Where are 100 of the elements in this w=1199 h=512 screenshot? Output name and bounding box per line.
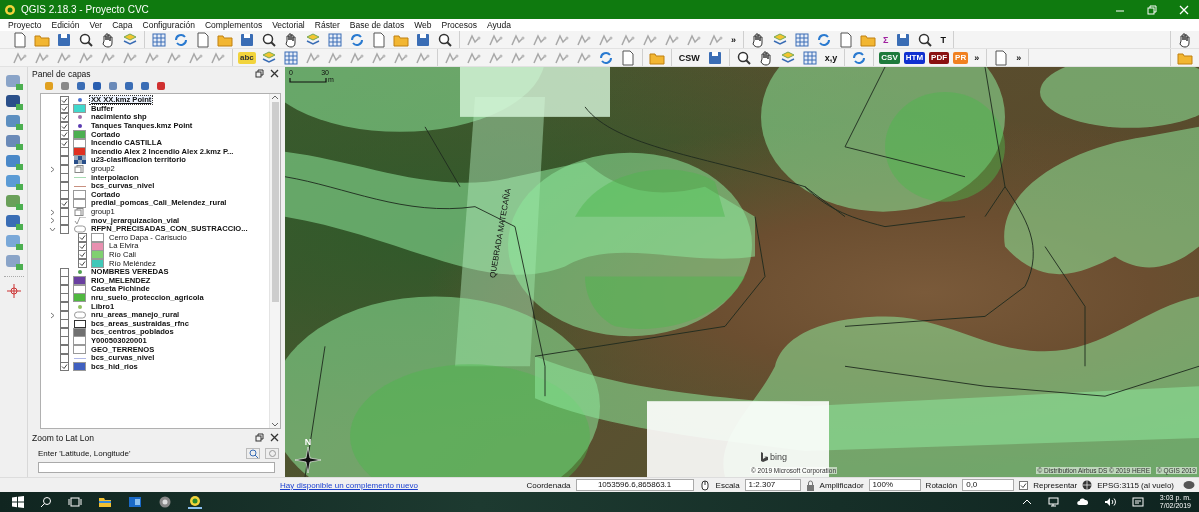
checkbox[interactable] [60, 293, 69, 303]
checkbox[interactable] [60, 362, 69, 372]
checkbox[interactable] [60, 130, 69, 140]
magnifier-icon[interactable] [735, 49, 752, 66]
folder-icon[interactable] [98, 496, 112, 508]
plugin-update-link[interactable]: Hay disponible un complemento nuevo [280, 480, 418, 490]
menu-item[interactable]: Ver [84, 19, 108, 31]
messages-icon[interactable] [1183, 480, 1195, 490]
chevron-down-icon[interactable] [49, 225, 56, 233]
checkbox[interactable] [60, 302, 69, 312]
cloud-icon[interactable] [1075, 497, 1088, 507]
document-icon[interactable] [371, 31, 387, 48]
checkbox[interactable] [60, 216, 69, 226]
refresh-icon[interactable] [597, 49, 614, 66]
grid-icon[interactable] [327, 31, 343, 48]
scrollbar[interactable] [269, 94, 280, 428]
float-icon[interactable] [255, 69, 264, 78]
checkbox[interactable] [60, 113, 69, 122]
close-icon[interactable] [270, 69, 279, 78]
toolbar-button[interactable]: » [730, 33, 737, 46]
checkbox[interactable] [60, 198, 69, 208]
chevron-down-icon[interactable] [271, 422, 279, 428]
grid-icon[interactable] [794, 31, 810, 48]
chevron-right-icon[interactable] [49, 217, 56, 225]
toolbar-button[interactable]: PDF [929, 51, 950, 64]
checkbox[interactable] [60, 319, 69, 329]
toolbar-button[interactable]: » [973, 51, 981, 64]
checkbox[interactable] [1019, 480, 1029, 490]
checkbox[interactable] [60, 155, 69, 165]
coordinate-input-field[interactable] [38, 462, 275, 473]
magnifier-spinbox[interactable]: 100% [868, 479, 921, 491]
chevron-right-icon[interactable] [49, 208, 56, 216]
close-icon[interactable] [270, 433, 279, 442]
menu-item[interactable]: Proyecto [3, 19, 47, 31]
menu-item[interactable]: Ayuda [481, 19, 516, 31]
lock-icon[interactable] [805, 479, 815, 491]
toolbar-button[interactable]: Σ [882, 33, 890, 46]
checkbox[interactable] [60, 147, 69, 157]
notification-icon[interactable] [1131, 497, 1144, 507]
chevron-right-icon[interactable] [49, 311, 56, 319]
checkbox[interactable] [60, 224, 69, 234]
toolbar-button[interactable]: CSV [879, 51, 900, 64]
restore-icon[interactable] [1147, 4, 1157, 15]
float-icon[interactable] [255, 433, 264, 442]
grid-icon[interactable] [151, 31, 167, 48]
checkbox[interactable] [60, 173, 69, 183]
scale-combobox[interactable]: 1:2.307 [744, 479, 801, 491]
checkbox[interactable] [78, 233, 87, 243]
rotation-spinbox[interactable]: 0,0 [962, 479, 1015, 491]
drive-app-icon[interactable] [158, 496, 172, 508]
hand-icon[interactable] [283, 31, 299, 48]
app-logo-icon[interactable] [188, 495, 202, 509]
menu-item[interactable]: Edición [46, 19, 85, 31]
toolbar-button[interactable]: HTM [903, 51, 926, 64]
magnifier-icon[interactable] [78, 31, 94, 48]
hand-icon[interactable] [757, 49, 774, 66]
checkbox[interactable] [60, 336, 69, 346]
checkbox[interactable] [78, 250, 87, 260]
menu-item[interactable]: Web [409, 19, 437, 31]
menu-item[interactable]: Complementos [200, 19, 268, 31]
hand-icon[interactable] [750, 31, 766, 48]
grid-icon[interactable] [801, 49, 818, 66]
menu-item[interactable]: Vectorial [267, 19, 310, 31]
crs-button[interactable]: EPSG:3115 (al vuelo) [1097, 480, 1174, 490]
refresh-icon[interactable] [851, 49, 868, 66]
menu-item[interactable]: Base de datos [344, 19, 410, 31]
chevron-right-icon[interactable] [49, 165, 56, 173]
magnifier-icon[interactable] [437, 31, 453, 48]
toolbar-button[interactable]: abc [238, 51, 256, 64]
zoom-button[interactable] [246, 448, 260, 459]
network-icon[interactable] [1047, 497, 1060, 507]
toolbar-button[interactable]: x,y [823, 51, 839, 64]
menu-item[interactable]: Ráster [309, 19, 345, 31]
windows-logo-icon[interactable] [12, 496, 24, 508]
checkbox[interactable] [60, 190, 69, 200]
mouse-icon[interactable] [698, 479, 711, 491]
speaker-icon[interactable] [1103, 497, 1116, 507]
toolbar-button[interactable]: CSW [677, 51, 701, 64]
crosshair-icon[interactable] [5, 283, 22, 299]
checkbox[interactable] [60, 276, 69, 286]
hand-icon[interactable] [1177, 31, 1193, 48]
refresh-icon[interactable] [173, 31, 189, 48]
hand-icon[interactable] [100, 31, 116, 48]
scrollbar-thumb[interactable] [271, 102, 279, 302]
checkbox[interactable] [78, 259, 87, 269]
document-icon[interactable] [838, 31, 854, 48]
toolbar-button[interactable]: » [1015, 51, 1023, 64]
menu-item[interactable]: Configuración [137, 19, 200, 31]
magnifier-icon[interactable] [261, 31, 277, 48]
document-icon[interactable] [12, 31, 28, 48]
menu-item[interactable]: Procesos [436, 19, 482, 31]
coordinate-field[interactable]: 1053596.6,865863.1 [575, 479, 694, 491]
document-icon[interactable] [195, 31, 211, 48]
task-view-icon[interactable] [68, 496, 82, 508]
search-icon[interactable] [40, 496, 52, 508]
menu-item[interactable]: Capa [107, 19, 138, 31]
refresh-icon[interactable] [349, 31, 365, 48]
checkbox[interactable] [60, 345, 69, 354]
refresh-icon[interactable] [816, 31, 832, 48]
mail-app-icon[interactable] [128, 496, 142, 508]
